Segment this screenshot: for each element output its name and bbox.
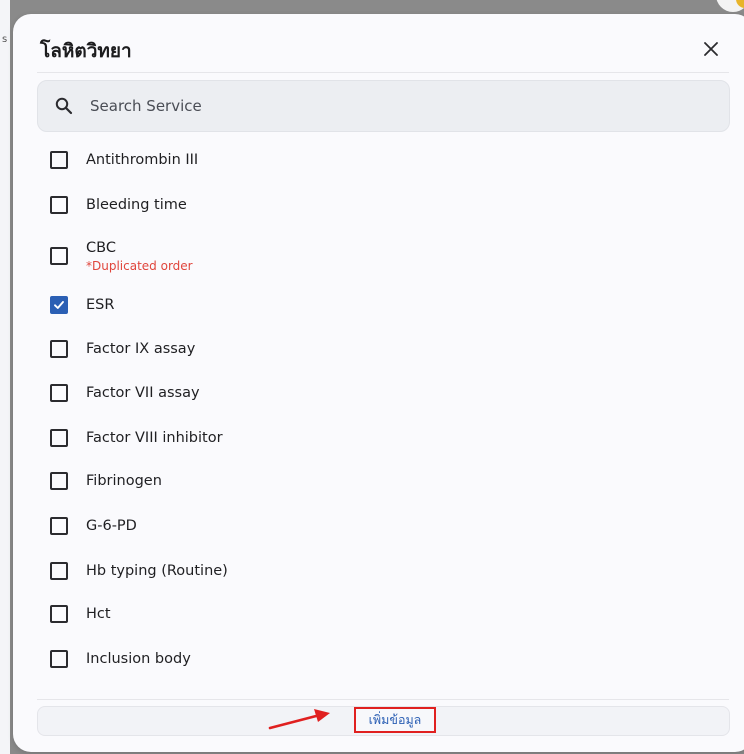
checkmark-icon xyxy=(54,301,64,309)
service-item-hb-typing-routine[interactable]: Hb typing (Routine) xyxy=(37,551,717,591)
service-item-g-6-pd[interactable]: G-6-PD xyxy=(37,506,717,546)
service-list: Antithrombin III Bleeding time CBC *Dupl… xyxy=(13,14,744,694)
checkbox[interactable] xyxy=(50,196,68,214)
checkbox[interactable] xyxy=(50,247,68,265)
backdrop-edge-mark: s xyxy=(2,34,8,45)
footer-bar: เพิ่มข้อมูล xyxy=(37,706,730,736)
checkbox[interactable] xyxy=(50,429,68,447)
checkbox[interactable] xyxy=(50,340,68,358)
service-item-bleeding-time[interactable]: Bleeding time xyxy=(37,185,717,225)
checkbox[interactable] xyxy=(50,151,68,169)
add-data-button[interactable]: เพิ่มข้อมูล xyxy=(354,707,436,733)
service-label: Fibrinogen xyxy=(86,473,162,489)
service-label: Antithrombin III xyxy=(86,152,199,168)
service-label: Factor VII assay xyxy=(86,385,200,401)
checkbox[interactable] xyxy=(50,605,68,623)
service-item-fibrinogen[interactable]: Fibrinogen xyxy=(37,461,717,501)
service-dialog: โลหิตวิทยา Antithrombin III Bleeding tim… xyxy=(13,14,744,752)
service-item-antithrombin-iii[interactable]: Antithrombin III xyxy=(37,140,717,180)
arrow-annotation-icon xyxy=(268,709,330,730)
checkbox[interactable] xyxy=(50,650,68,668)
backdrop-page-edge: s xyxy=(0,0,10,754)
duplicated-order-note: *Duplicated order xyxy=(86,258,193,273)
service-label: Inclusion body xyxy=(86,651,191,667)
service-item-cbc[interactable]: CBC *Duplicated order xyxy=(37,234,717,278)
checkbox-checked[interactable] xyxy=(50,296,68,314)
service-label: CBC xyxy=(86,239,116,256)
service-label: Hb typing (Routine) xyxy=(86,563,228,579)
service-item-hct[interactable]: Hct xyxy=(37,594,717,634)
service-label: ESR xyxy=(86,297,115,313)
footer-divider xyxy=(37,699,729,700)
checkbox[interactable] xyxy=(50,384,68,402)
service-label: Factor VIII inhibitor xyxy=(86,430,223,446)
service-label: G-6-PD xyxy=(86,518,137,534)
service-item-esr[interactable]: ESR xyxy=(37,285,717,325)
service-label: Bleeding time xyxy=(86,197,187,213)
service-item-inclusion-body[interactable]: Inclusion body xyxy=(37,639,717,679)
checkbox[interactable] xyxy=(50,562,68,580)
corner-decoration xyxy=(714,0,744,14)
checkbox[interactable] xyxy=(50,472,68,490)
service-item-factor-viii-inhibitor[interactable]: Factor VIII inhibitor xyxy=(37,418,717,458)
checkbox[interactable] xyxy=(50,517,68,535)
add-data-button-label: เพิ่มข้อมูล xyxy=(368,712,422,727)
service-item-factor-ix-assay[interactable]: Factor IX assay xyxy=(37,329,717,369)
service-label: Hct xyxy=(86,606,111,622)
service-label: Factor IX assay xyxy=(86,341,196,357)
service-item-factor-vii-assay[interactable]: Factor VII assay xyxy=(37,373,717,413)
